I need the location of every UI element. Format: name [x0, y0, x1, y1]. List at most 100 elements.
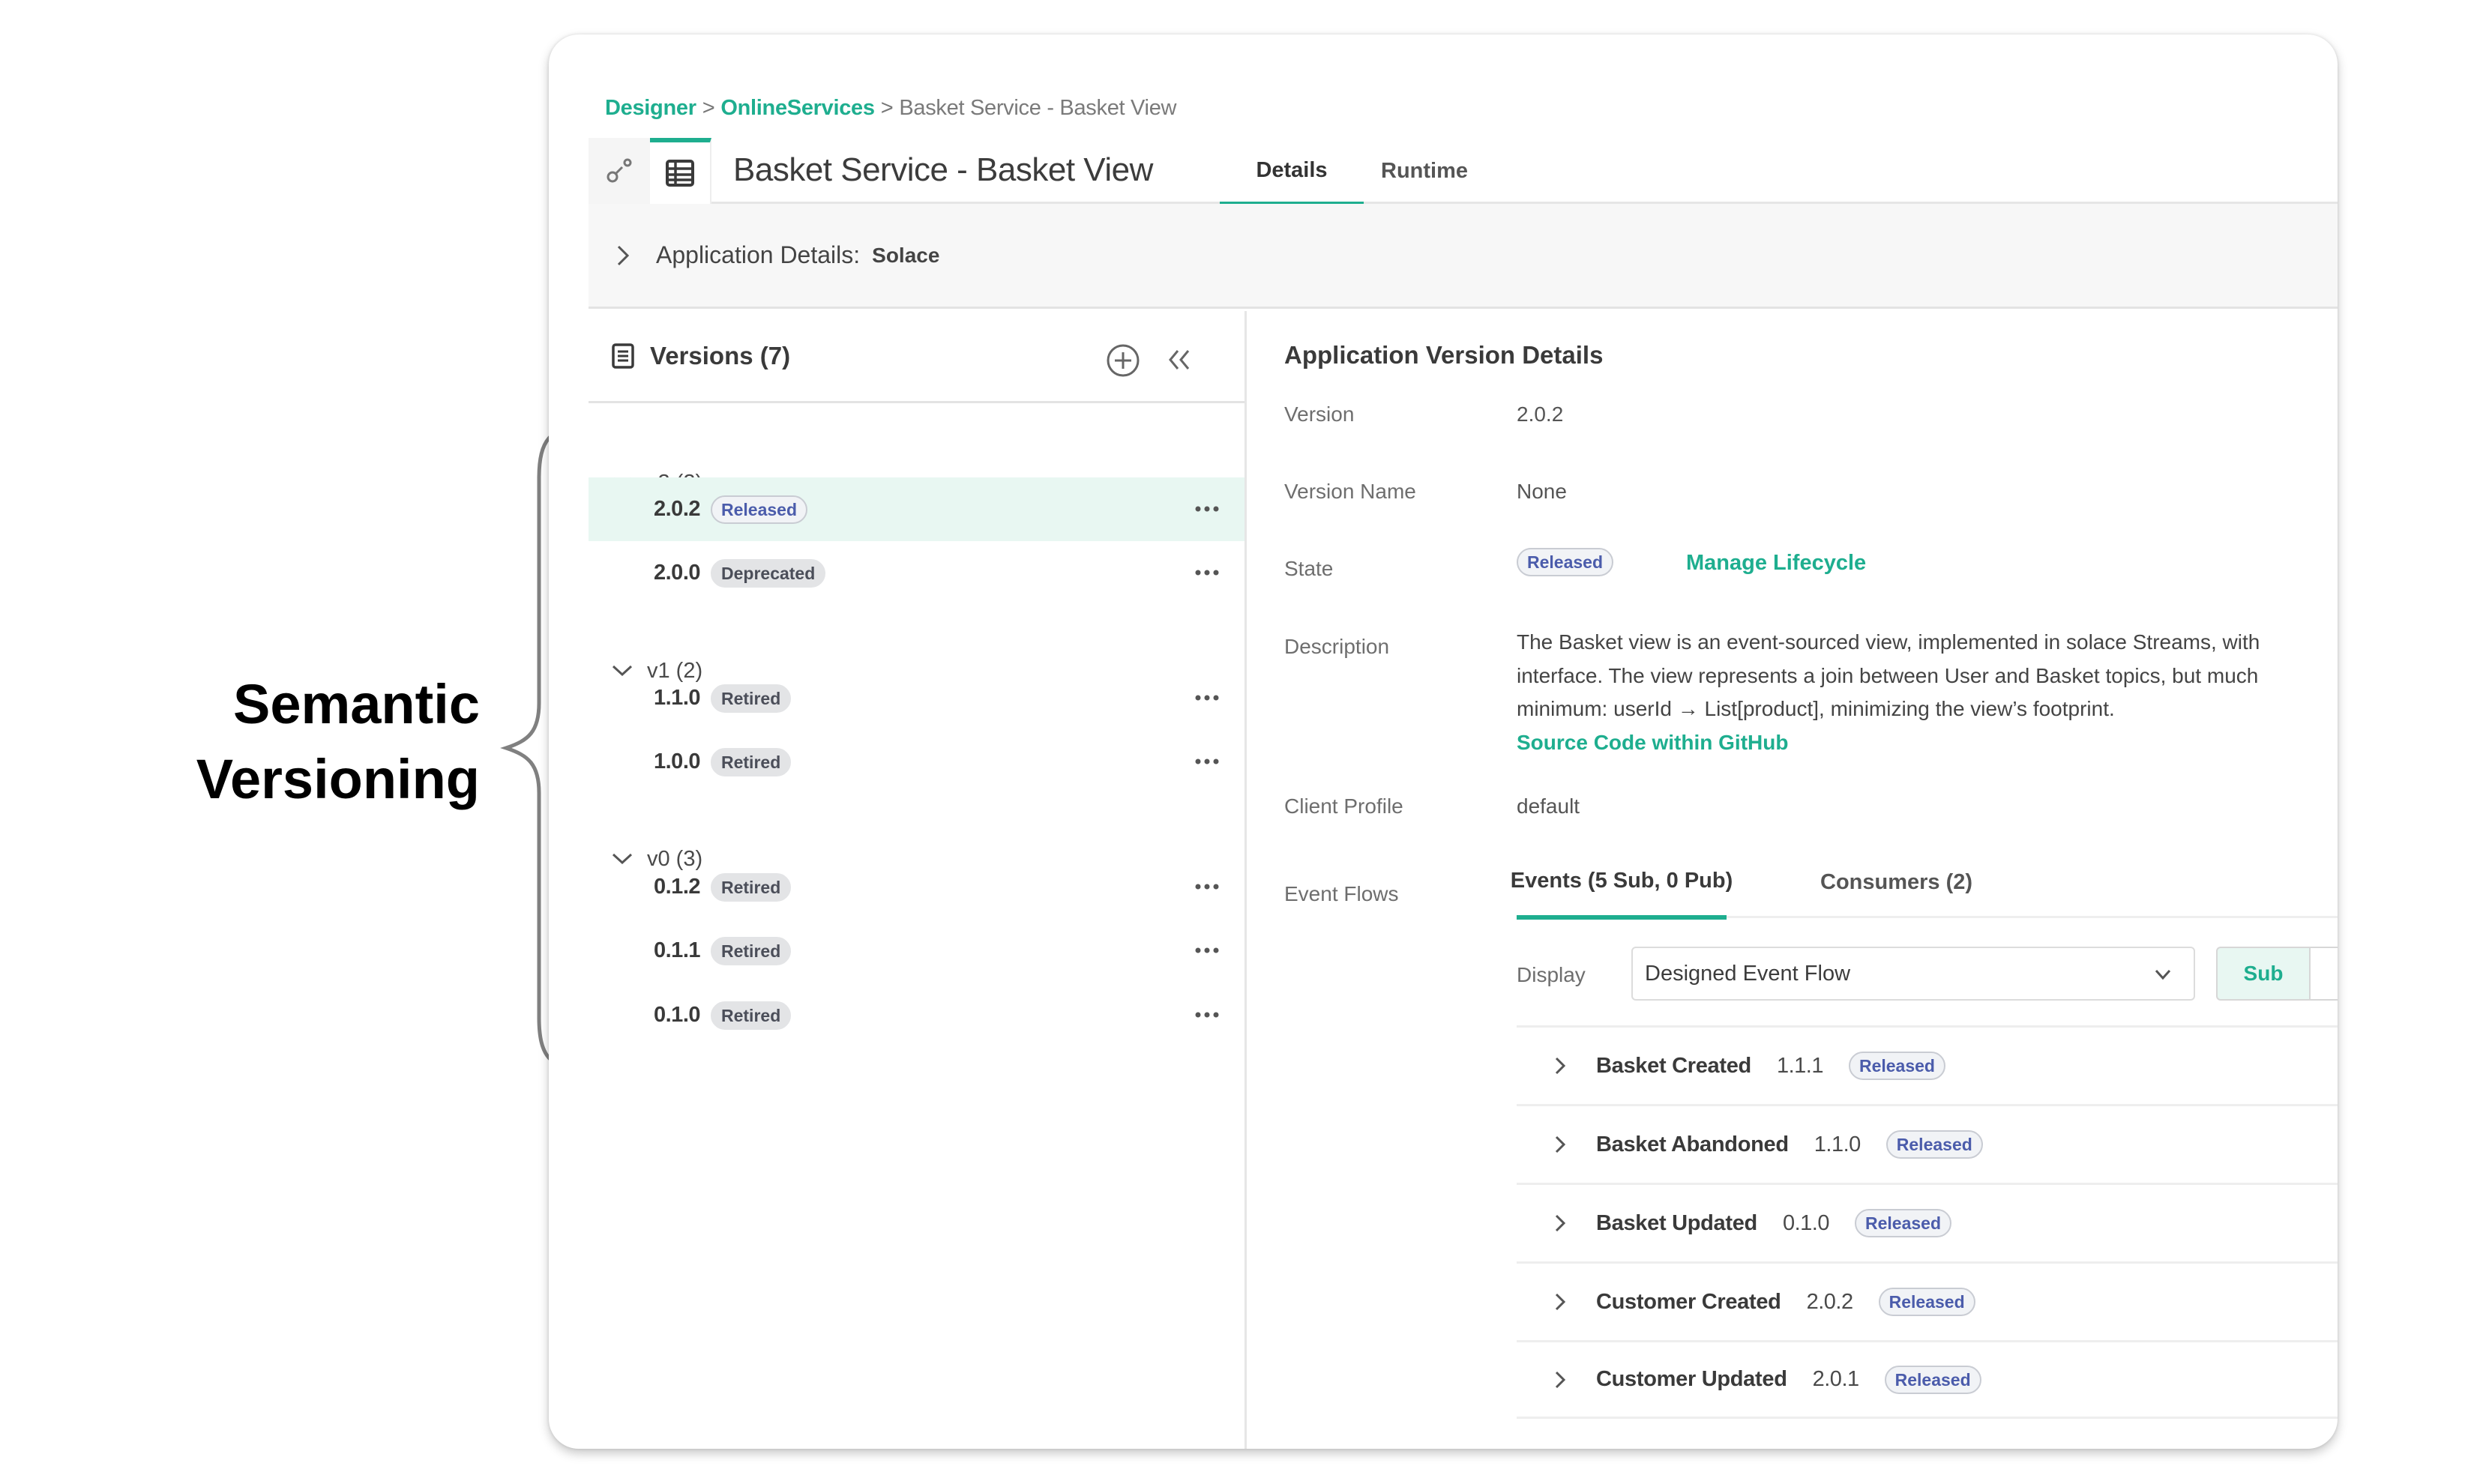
- status-badge: Released: [1878, 1288, 1975, 1316]
- display-label: Display: [1517, 963, 1586, 986]
- graph-view-tab[interactable]: [589, 138, 650, 204]
- more-options-icon[interactable]: [1192, 564, 1222, 582]
- tab-runtime[interactable]: Runtime: [1368, 138, 1481, 204]
- version-row[interactable]: 1.0.0 Retired: [589, 730, 1244, 794]
- event-name: Customer Created: [1596, 1289, 1781, 1314]
- client-profile-label: Client Profile: [1284, 794, 1403, 818]
- event-version: 2.0.1: [1812, 1367, 1860, 1391]
- version-value: 2.0.2: [1517, 402, 1564, 426]
- description-line: The Basket view is an event-sourced view…: [1517, 630, 2260, 654]
- chevron-right-icon: [1555, 1293, 1566, 1311]
- status-badge: Released: [1854, 1209, 1951, 1237]
- table-view-icon: [666, 160, 694, 187]
- status-badge: Retired: [711, 684, 792, 713]
- version-number: 2.0.2: [654, 497, 701, 521]
- event-flows-label: Event Flows: [1284, 882, 1399, 905]
- event-row[interactable]: Basket Abandoned 1.1.0 Released: [1517, 1104, 2338, 1183]
- more-options-icon[interactable]: [1192, 689, 1222, 707]
- status-badge: Released: [1885, 1130, 1983, 1159]
- chevron-down-icon: [2155, 969, 2171, 980]
- version-number: 1.0.0: [654, 749, 701, 773]
- more-options-icon[interactable]: [1192, 1006, 1222, 1024]
- manage-lifecycle-link[interactable]: Manage Lifecycle: [1686, 551, 1866, 576]
- more-options-icon[interactable]: [1192, 500, 1222, 518]
- description-line: minimum: userId → List[product], minimiz…: [1517, 697, 2115, 720]
- more-options-icon[interactable]: [1192, 878, 1222, 896]
- chevron-right-icon: [617, 245, 630, 265]
- description-line: interface. The view represents a join be…: [1517, 663, 2259, 687]
- version-row[interactable]: 0.1.2 Retired: [589, 855, 1244, 919]
- event-name: Basket Created: [1596, 1053, 1751, 1078]
- versions-panel: Versions (7) v2 (2) 2.0.2 Released 2.0.0…: [589, 311, 1247, 1449]
- state-value: Released: [1506, 548, 1614, 576]
- tab-events[interactable]: Events (5 Sub, 0 Pub): [1511, 847, 1733, 920]
- versions-title: Versions (7): [650, 342, 791, 370]
- event-version: 0.1.0: [1782, 1210, 1830, 1235]
- source-code-link[interactable]: Source Code within GitHub: [1517, 726, 2260, 760]
- list-icon: [612, 343, 634, 369]
- pub-toggle-button[interactable]: [2311, 947, 2338, 1001]
- version-name-label: Version Name: [1284, 480, 1416, 503]
- version-number: 1.1.0: [654, 686, 701, 710]
- status-badge: Deprecated: [711, 558, 826, 588]
- version-row[interactable]: 1.1.0 Retired: [589, 666, 1244, 730]
- chevron-right-icon: [1555, 1135, 1566, 1153]
- event-row[interactable]: Basket Updated 0.1.0 Released: [1517, 1183, 2338, 1261]
- collapse-panel-button[interactable]: [1164, 345, 1194, 375]
- version-details-panel: Application Version Details Version 2.0.…: [1247, 311, 2338, 1449]
- version-name-value: None: [1517, 480, 1567, 503]
- semantic-versioning-annotation: Semantic Versioning: [150, 667, 480, 817]
- status-badge: Released: [1884, 1365, 1981, 1394]
- display-select[interactable]: Designed Event Flow: [1631, 947, 2195, 1001]
- client-profile-value: default: [1517, 794, 1580, 818]
- description-label: Description: [1284, 635, 1390, 658]
- display-selected-value: Designed Event Flow: [1645, 961, 1851, 986]
- status-badge: Released: [1517, 548, 1614, 576]
- version-label: Version: [1284, 402, 1355, 426]
- description-text: The Basket view is an event-sourced view…: [1517, 626, 2260, 759]
- breadcrumb: Designer > OnlineServices > Basket Service -…: [605, 96, 1176, 121]
- breadcrumb-designer[interactable]: Designer: [605, 96, 696, 120]
- version-number: 0.1.1: [654, 938, 701, 962]
- version-number: 0.1.2: [654, 875, 701, 899]
- application-details-label: Application Details:: [656, 241, 861, 268]
- event-flow-tabs: Events (5 Sub, 0 Pub) Consumers (2): [1511, 847, 2338, 920]
- page-title: Basket Service - Basket View: [733, 151, 1153, 188]
- annotation-line-2: Versioning: [196, 748, 480, 810]
- event-row[interactable]: Customer Updated 2.0.1 Released: [1517, 1340, 2338, 1419]
- state-label: State: [1284, 557, 1334, 580]
- sub-toggle-button[interactable]: Sub: [2216, 947, 2311, 1001]
- version-row[interactable]: 2.0.2 Released: [589, 477, 1244, 541]
- event-row[interactable]: Basket Created 1.1.1 Released: [1517, 1025, 2338, 1104]
- more-options-icon[interactable]: [1192, 752, 1222, 770]
- status-badge: Retired: [711, 1001, 792, 1030]
- application-details-value: Solace: [872, 243, 940, 267]
- application-details-bar[interactable]: Application Details: Solace: [589, 204, 2338, 309]
- header-row: Basket Service - Basket View Details Run…: [589, 138, 2338, 206]
- details-title: Application Version Details: [1284, 341, 1604, 369]
- more-options-icon[interactable]: [1192, 941, 1222, 959]
- table-view-tab[interactable]: [650, 138, 711, 204]
- add-version-button[interactable]: [1106, 343, 1140, 378]
- version-number: 2.0.0: [654, 561, 701, 585]
- status-badge: Released: [711, 495, 808, 524]
- version-row[interactable]: 0.1.1 Retired: [589, 919, 1244, 983]
- tab-consumers[interactable]: Consumers (2): [1820, 847, 1972, 918]
- event-row[interactable]: Customer Created 2.0.2 Released: [1517, 1261, 2338, 1340]
- status-badge: Retired: [711, 936, 792, 965]
- event-version: 1.1.0: [1814, 1132, 1861, 1156]
- app-window: Designer > OnlineServices > Basket Service -…: [549, 34, 2338, 1449]
- version-row[interactable]: 0.1.0 Retired: [589, 983, 1244, 1047]
- event-name: Basket Updated: [1596, 1210, 1757, 1235]
- tab-details[interactable]: Details: [1220, 138, 1364, 206]
- breadcrumb-onlineservices[interactable]: OnlineServices: [720, 96, 875, 120]
- graph-view-icon: [607, 158, 632, 183]
- chevron-right-icon: [1555, 1371, 1566, 1388]
- annotation-line-1: Semantic: [232, 673, 480, 735]
- event-version: 2.0.2: [1806, 1289, 1854, 1314]
- breadcrumb-current: Basket Service - Basket View: [899, 96, 1177, 120]
- event-list: Basket Created 1.1.1 Released Basket Aba…: [1517, 1025, 2338, 1419]
- event-name: Customer Updated: [1596, 1367, 1787, 1391]
- versions-header: Versions (7): [589, 311, 1244, 403]
- version-row[interactable]: 2.0.0 Deprecated: [589, 541, 1244, 605]
